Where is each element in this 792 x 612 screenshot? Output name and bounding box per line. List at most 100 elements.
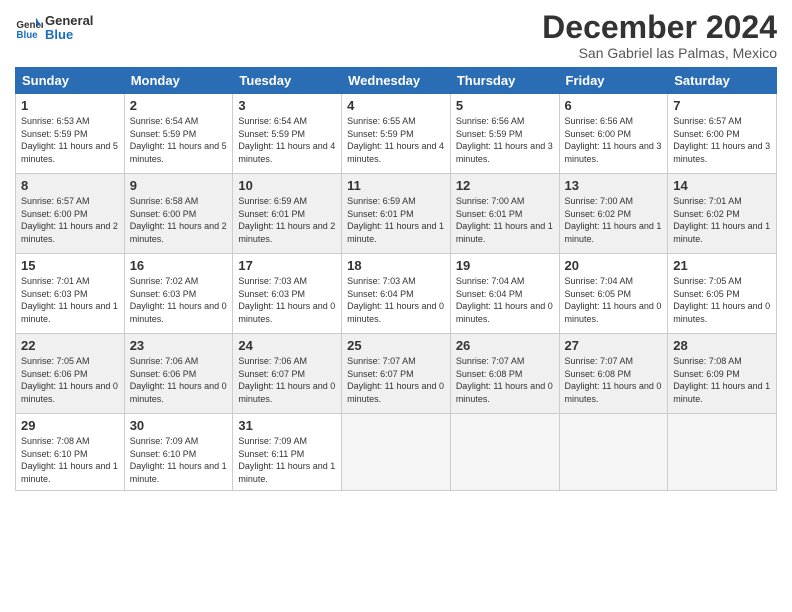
day-info: Sunrise: 7:07 AMSunset: 6:07 PMDaylight:… [347,355,445,405]
day-info: Sunrise: 7:04 AMSunset: 6:04 PMDaylight:… [456,275,554,325]
day-info: Sunrise: 6:55 AMSunset: 5:59 PMDaylight:… [347,115,445,165]
day-info: Sunrise: 6:53 AMSunset: 5:59 PMDaylight:… [21,115,119,165]
day-number: 14 [673,178,771,193]
table-cell: 2 Sunrise: 6:54 AMSunset: 5:59 PMDaylight… [124,94,233,174]
table-cell: 1Sunrise: 6:53 AMSunset: 5:59 PMDaylight… [16,94,125,174]
day-number: 5 [456,98,554,113]
day-number: 24 [238,338,336,353]
day-info: Sunrise: 6:56 AMSunset: 6:00 PMDaylight:… [565,115,663,165]
table-cell [559,414,668,490]
table-cell: 12Sunrise: 7:00 AMSunset: 6:01 PMDayligh… [450,174,559,254]
day-info: Sunrise: 6:54 AMSunset: 5:59 PMDaylight:… [238,115,336,165]
table-cell [342,414,451,490]
day-number: 30 [130,418,228,433]
table-cell: 10 Sunrise: 6:59 AMSunset: 6:01 PMDayligh… [233,174,342,254]
day-number: 27 [565,338,663,353]
table-cell: 17Sunrise: 7:03 AMSunset: 6:03 PMDayligh… [233,254,342,334]
header: General Blue General Blue December 2024 … [15,10,777,61]
day-info: Sunrise: 6:59 AMSunset: 6:01 PMDaylight:… [238,195,336,245]
table-cell: 4Sunrise: 6:55 AMSunset: 5:59 PMDaylight… [342,94,451,174]
day-info: Sunrise: 7:09 AMSunset: 6:10 PMDaylight:… [130,435,228,485]
table-cell: 22 Sunrise: 7:05 AMSunset: 6:06 PMDayligh… [16,334,125,414]
col-sunday: Sunday [16,68,125,94]
day-info: Sunrise: 6:57 AMSunset: 6:00 PMDaylight:… [673,115,771,165]
day-number: 19 [456,258,554,273]
table-cell: 15Sunrise: 7:01 AMSunset: 6:03 PMDayligh… [16,254,125,334]
day-number: 22 [21,338,119,353]
svg-text:Blue: Blue [16,30,38,41]
header-row: Sunday Monday Tuesday Wednesday Thursday… [16,68,777,94]
table-cell: 9 Sunrise: 6:58 AMSunset: 6:00 PMDaylight… [124,174,233,254]
col-tuesday: Tuesday [233,68,342,94]
col-monday: Monday [124,68,233,94]
table-cell: 18 Sunrise: 7:03 AMSunset: 6:04 PMDayligh… [342,254,451,334]
day-number: 16 [130,258,228,273]
day-info: Sunrise: 6:56 AMSunset: 5:59 PMDaylight:… [456,115,554,165]
page: General Blue General Blue December 2024 … [0,0,792,612]
day-number: 23 [130,338,228,353]
day-info: Sunrise: 7:01 AMSunset: 6:03 PMDaylight:… [21,275,119,325]
day-info: Sunrise: 7:00 AMSunset: 6:01 PMDaylight:… [456,195,554,245]
day-number: 2 [130,98,228,113]
table-cell: 3 Sunrise: 6:54 AMSunset: 5:59 PMDaylight… [233,94,342,174]
col-wednesday: Wednesday [342,68,451,94]
day-number: 3 [238,98,336,113]
day-number: 29 [21,418,119,433]
logo-icon: General Blue [15,14,43,42]
title-area: December 2024 San Gabriel las Palmas, Me… [542,10,777,61]
table-row: 15Sunrise: 7:01 AMSunset: 6:03 PMDayligh… [16,254,777,334]
day-number: 8 [21,178,119,193]
table-cell: 27Sunrise: 7:07 AMSunset: 6:08 PMDayligh… [559,334,668,414]
day-info: Sunrise: 7:05 AMSunset: 6:06 PMDaylight:… [21,355,119,405]
col-saturday: Saturday [668,68,777,94]
table-cell: 13Sunrise: 7:00 AMSunset: 6:02 PMDayligh… [559,174,668,254]
day-number: 18 [347,258,445,273]
table-cell: 6 Sunrise: 6:56 AMSunset: 6:00 PMDaylight… [559,94,668,174]
table-cell: 26 Sunrise: 7:07 AMSunset: 6:08 PMDayligh… [450,334,559,414]
day-number: 17 [238,258,336,273]
table-cell: 16Sunrise: 7:02 AMSunset: 6:03 PMDayligh… [124,254,233,334]
table-cell: 21Sunrise: 7:05 AMSunset: 6:05 PMDayligh… [668,254,777,334]
day-number: 13 [565,178,663,193]
day-number: 26 [456,338,554,353]
day-info: Sunrise: 7:08 AMSunset: 6:09 PMDaylight:… [673,355,771,405]
table-cell: 14Sunrise: 7:01 AMSunset: 6:02 PMDayligh… [668,174,777,254]
logo-name-1: General [45,14,93,28]
day-number: 28 [673,338,771,353]
day-number: 9 [130,178,228,193]
logo: General Blue General Blue [15,14,93,43]
day-info: Sunrise: 7:07 AMSunset: 6:08 PMDaylight:… [456,355,554,405]
day-info: Sunrise: 6:57 AMSunset: 6:00 PMDaylight:… [21,195,119,245]
table-row: 29 Sunrise: 7:08 AMSunset: 6:10 PMDayligh… [16,414,777,490]
table-cell: 24 Sunrise: 7:06 AMSunset: 6:07 PMDayligh… [233,334,342,414]
day-info: Sunrise: 7:05 AMSunset: 6:05 PMDaylight:… [673,275,771,325]
table-cell: 29 Sunrise: 7:08 AMSunset: 6:10 PMDayligh… [16,414,125,490]
table-cell: 25 Sunrise: 7:07 AMSunset: 6:07 PMDayligh… [342,334,451,414]
day-info: Sunrise: 6:58 AMSunset: 6:00 PMDaylight:… [130,195,228,245]
table-row: 22 Sunrise: 7:05 AMSunset: 6:06 PMDayligh… [16,334,777,414]
day-number: 25 [347,338,445,353]
table-cell: 31 Sunrise: 7:09 AMSunset: 6:11 PMDayligh… [233,414,342,490]
table-cell: 5 Sunrise: 6:56 AMSunset: 5:59 PMDaylight… [450,94,559,174]
table-cell: 30 Sunrise: 7:09 AMSunset: 6:10 PMDayligh… [124,414,233,490]
day-number: 10 [238,178,336,193]
day-info: Sunrise: 7:08 AMSunset: 6:10 PMDaylight:… [21,435,119,485]
day-number: 11 [347,178,445,193]
day-info: Sunrise: 7:06 AMSunset: 6:07 PMDaylight:… [238,355,336,405]
day-number: 6 [565,98,663,113]
day-number: 7 [673,98,771,113]
day-number: 20 [565,258,663,273]
table-cell: 28 Sunrise: 7:08 AMSunset: 6:09 PMDayligh… [668,334,777,414]
day-info: Sunrise: 6:54 AMSunset: 5:59 PMDaylight:… [130,115,228,165]
day-number: 31 [238,418,336,433]
location: San Gabriel las Palmas, Mexico [542,45,777,61]
table-cell [450,414,559,490]
table-cell: 7 Sunrise: 6:57 AMSunset: 6:00 PMDaylight… [668,94,777,174]
day-info: Sunrise: 7:09 AMSunset: 6:11 PMDaylight:… [238,435,336,485]
day-info: Sunrise: 6:59 AMSunset: 6:01 PMDaylight:… [347,195,445,245]
col-friday: Friday [559,68,668,94]
table-cell: 23Sunrise: 7:06 AMSunset: 6:06 PMDayligh… [124,334,233,414]
table-cell: 20Sunrise: 7:04 AMSunset: 6:05 PMDayligh… [559,254,668,334]
table-cell: 19 Sunrise: 7:04 AMSunset: 6:04 PMDayligh… [450,254,559,334]
day-info: Sunrise: 7:03 AMSunset: 6:04 PMDaylight:… [347,275,445,325]
